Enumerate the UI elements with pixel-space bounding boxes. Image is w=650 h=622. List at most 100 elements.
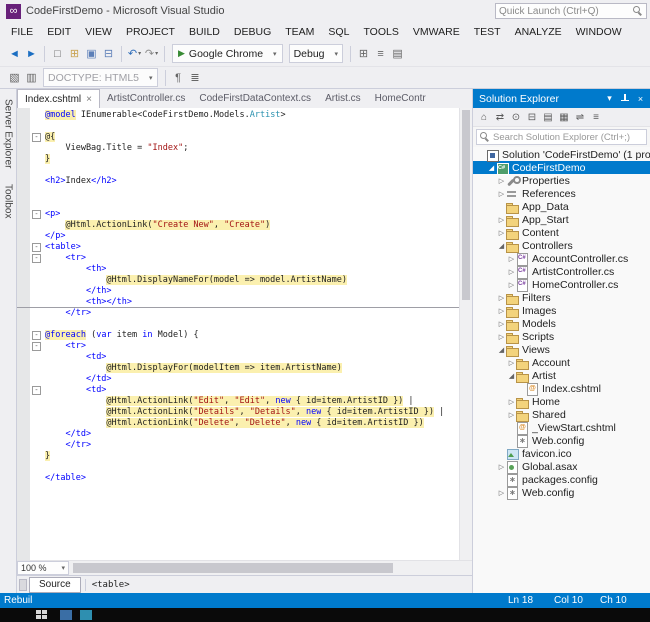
save-icon[interactable]: ▣ (83, 47, 100, 60)
menu-item-vmware[interactable]: VMWARE (406, 24, 467, 40)
chevron-collapsed-icon[interactable]: ▷ (497, 190, 506, 198)
fold-toggle-icon[interactable]: - (32, 386, 41, 395)
redo-icon[interactable]: ↷▾ (143, 47, 160, 60)
start-debugging-button[interactable]: ▶ Google Chrome ▾ (172, 44, 283, 63)
chevron-collapsed-icon[interactable]: ▷ (507, 398, 516, 406)
tree-item-web-config[interactable]: ▷Web.config (473, 486, 650, 499)
fold-toggle-icon[interactable]: - (32, 210, 41, 219)
chevron-collapsed-icon[interactable]: ▷ (497, 294, 506, 302)
show-all-files-icon[interactable]: ▦ (556, 112, 572, 123)
view-code-icon[interactable]: ≡ (588, 112, 604, 123)
menu-item-team[interactable]: TEAM (278, 24, 321, 40)
tree-item-scripts[interactable]: ▷Scripts (473, 330, 650, 343)
editor-tab-homecontr[interactable]: HomeContr (368, 89, 433, 108)
build-icon[interactable]: ⊞ (355, 47, 372, 60)
editor-tab-codefirstdatacontext-cs[interactable]: CodeFirstDataContext.cs (192, 89, 318, 108)
home-icon[interactable]: ⌂ (476, 112, 492, 123)
fold-toggle-icon[interactable]: - (32, 342, 41, 351)
fold-toggle-icon[interactable]: - (32, 254, 41, 263)
chevron-collapsed-icon[interactable]: ▷ (507, 281, 516, 289)
nav-back-icon[interactable]: ◄ (6, 48, 23, 60)
chevron-expanded-icon[interactable]: ◢ (497, 242, 506, 250)
code-editor[interactable]: @model IEnumerable<CodeFirstDemo.Models.… (17, 108, 472, 560)
tree-item-viewstart-cshtml[interactable]: _ViewStart.cshtml (473, 421, 650, 434)
chevron-collapsed-icon[interactable]: ▷ (497, 489, 506, 497)
target-rule-icon[interactable]: ▥ (23, 71, 40, 84)
pending-changes-icon[interactable]: ⊙ (508, 112, 524, 123)
new-style-icon[interactable]: ▧ (6, 71, 23, 84)
editor-tab-artistcontroller-cs[interactable]: ArtistController.cs (100, 89, 192, 108)
chevron-collapsed-icon[interactable]: ▷ (497, 229, 506, 237)
undo-icon[interactable]: ↶▾ (126, 47, 143, 60)
editor-tab-index-cshtml[interactable]: Index.cshtml× (17, 89, 100, 108)
tree-item-solution-codefirstdemo-1-project[interactable]: Solution 'CodeFirstDemo' (1 project) (473, 148, 650, 161)
refresh-icon[interactable]: ⇌ (572, 112, 588, 123)
tree-item-references[interactable]: ▷References (473, 187, 650, 200)
solution-configuration-dropdown[interactable]: Debug ▾ (289, 44, 343, 63)
chevron-collapsed-icon[interactable]: ▷ (497, 177, 506, 185)
pin-icon[interactable] (620, 93, 630, 104)
tree-item-web-config[interactable]: Web.config (473, 434, 650, 447)
fold-toggle-icon[interactable]: - (32, 243, 41, 252)
doctype-dropdown[interactable]: DOCTYPE: HTML5 ▾ (43, 68, 158, 87)
switch-views-icon[interactable]: ⇄ (492, 112, 508, 123)
vertical-scrollbar[interactable] (459, 108, 472, 560)
chevron-expanded-icon[interactable]: ◢ (497, 346, 506, 354)
tree-item-favicon-ico[interactable]: favicon.ico (473, 447, 650, 460)
chevron-collapsed-icon[interactable]: ▷ (507, 411, 516, 419)
collapse-all-icon[interactable]: ⊟ (524, 112, 540, 123)
tree-item-controllers[interactable]: ◢Controllers (473, 239, 650, 252)
menu-item-build[interactable]: BUILD (182, 24, 227, 40)
side-tab-toolbox[interactable]: Toolbox (3, 184, 14, 218)
horizontal-scrollbar[interactable] (69, 561, 459, 575)
tree-item-accountcontroller-cs[interactable]: ▷AccountController.cs (473, 252, 650, 265)
horizontal-scrollbar-thumb[interactable] (73, 563, 393, 573)
chevron-collapsed-icon[interactable]: ▷ (507, 268, 516, 276)
editor-tab-artist-cs[interactable]: Artist.cs (318, 89, 368, 108)
chevron-expanded-icon[interactable]: ◢ (507, 372, 516, 380)
properties-icon[interactable]: ▤ (540, 112, 556, 123)
source-view-tab[interactable]: Source (29, 577, 81, 593)
tree-item-home[interactable]: ▷Home (473, 395, 650, 408)
chevron-collapsed-icon[interactable]: ▷ (507, 359, 516, 367)
window-position-chevron-icon[interactable]: ▾ (602, 93, 617, 104)
outline-icon[interactable]: ≣ (187, 71, 204, 84)
tree-item-artistcontroller-cs[interactable]: ▷ArtistController.cs (473, 265, 650, 278)
tree-item-shared[interactable]: ▷Shared (473, 408, 650, 421)
tree-item-packages-config[interactable]: packages.config (473, 473, 650, 486)
menu-item-debug[interactable]: DEBUG (227, 24, 278, 40)
menu-item-test[interactable]: TEST (467, 24, 508, 40)
fold-toggle-icon[interactable]: - (32, 331, 41, 340)
tree-item-global-asax[interactable]: ▷Global.asax (473, 460, 650, 473)
tree-item-app-data[interactable]: App_Data (473, 200, 650, 213)
tree-item-artist[interactable]: ◢Artist (473, 369, 650, 382)
menu-item-window[interactable]: WINDOW (569, 24, 629, 40)
splitter-handle-icon[interactable] (19, 579, 27, 591)
side-tab-server-explorer[interactable]: Server Explorer (3, 99, 14, 168)
code-surface[interactable]: @model IEnumerable<CodeFirstDemo.Models.… (17, 110, 459, 560)
chevron-collapsed-icon[interactable]: ▷ (497, 320, 506, 328)
taskbar-app-icon[interactable] (60, 610, 72, 620)
menu-item-analyze[interactable]: ANALYZE (508, 24, 569, 40)
tree-item-index-cshtml[interactable]: Index.cshtml (473, 382, 650, 395)
solution-search-input[interactable]: Search Solution Explorer (Ctrl+;) (476, 129, 647, 145)
chevron-collapsed-icon[interactable]: ▷ (507, 255, 516, 263)
tree-item-views[interactable]: ◢Views (473, 343, 650, 356)
close-icon[interactable]: × (633, 94, 648, 104)
tree-item-account[interactable]: ▷Account (473, 356, 650, 369)
tree-item-images[interactable]: ▷Images (473, 304, 650, 317)
chevron-down-icon[interactable]: ▾ (155, 51, 158, 57)
menu-item-edit[interactable]: EDIT (40, 24, 78, 40)
start-button-icon[interactable] (36, 610, 50, 621)
fold-toggle-icon[interactable]: - (32, 133, 41, 142)
close-tab-icon[interactable]: × (86, 94, 92, 105)
chevron-down-icon[interactable]: ▾ (138, 51, 141, 57)
open-file-icon[interactable]: ⊞ (66, 47, 83, 60)
save-all-icon[interactable]: ⊟ (100, 47, 117, 60)
tree-item-homecontroller-cs[interactable]: ▷HomeController.cs (473, 278, 650, 291)
format-document-icon[interactable]: ¶ (170, 72, 187, 84)
menu-item-sql[interactable]: SQL (321, 24, 356, 40)
tree-item-content[interactable]: ▷Content (473, 226, 650, 239)
tag-breadcrumb[interactable]: <table> (92, 580, 130, 590)
tree-item-app-start[interactable]: ▷App_Start (473, 213, 650, 226)
